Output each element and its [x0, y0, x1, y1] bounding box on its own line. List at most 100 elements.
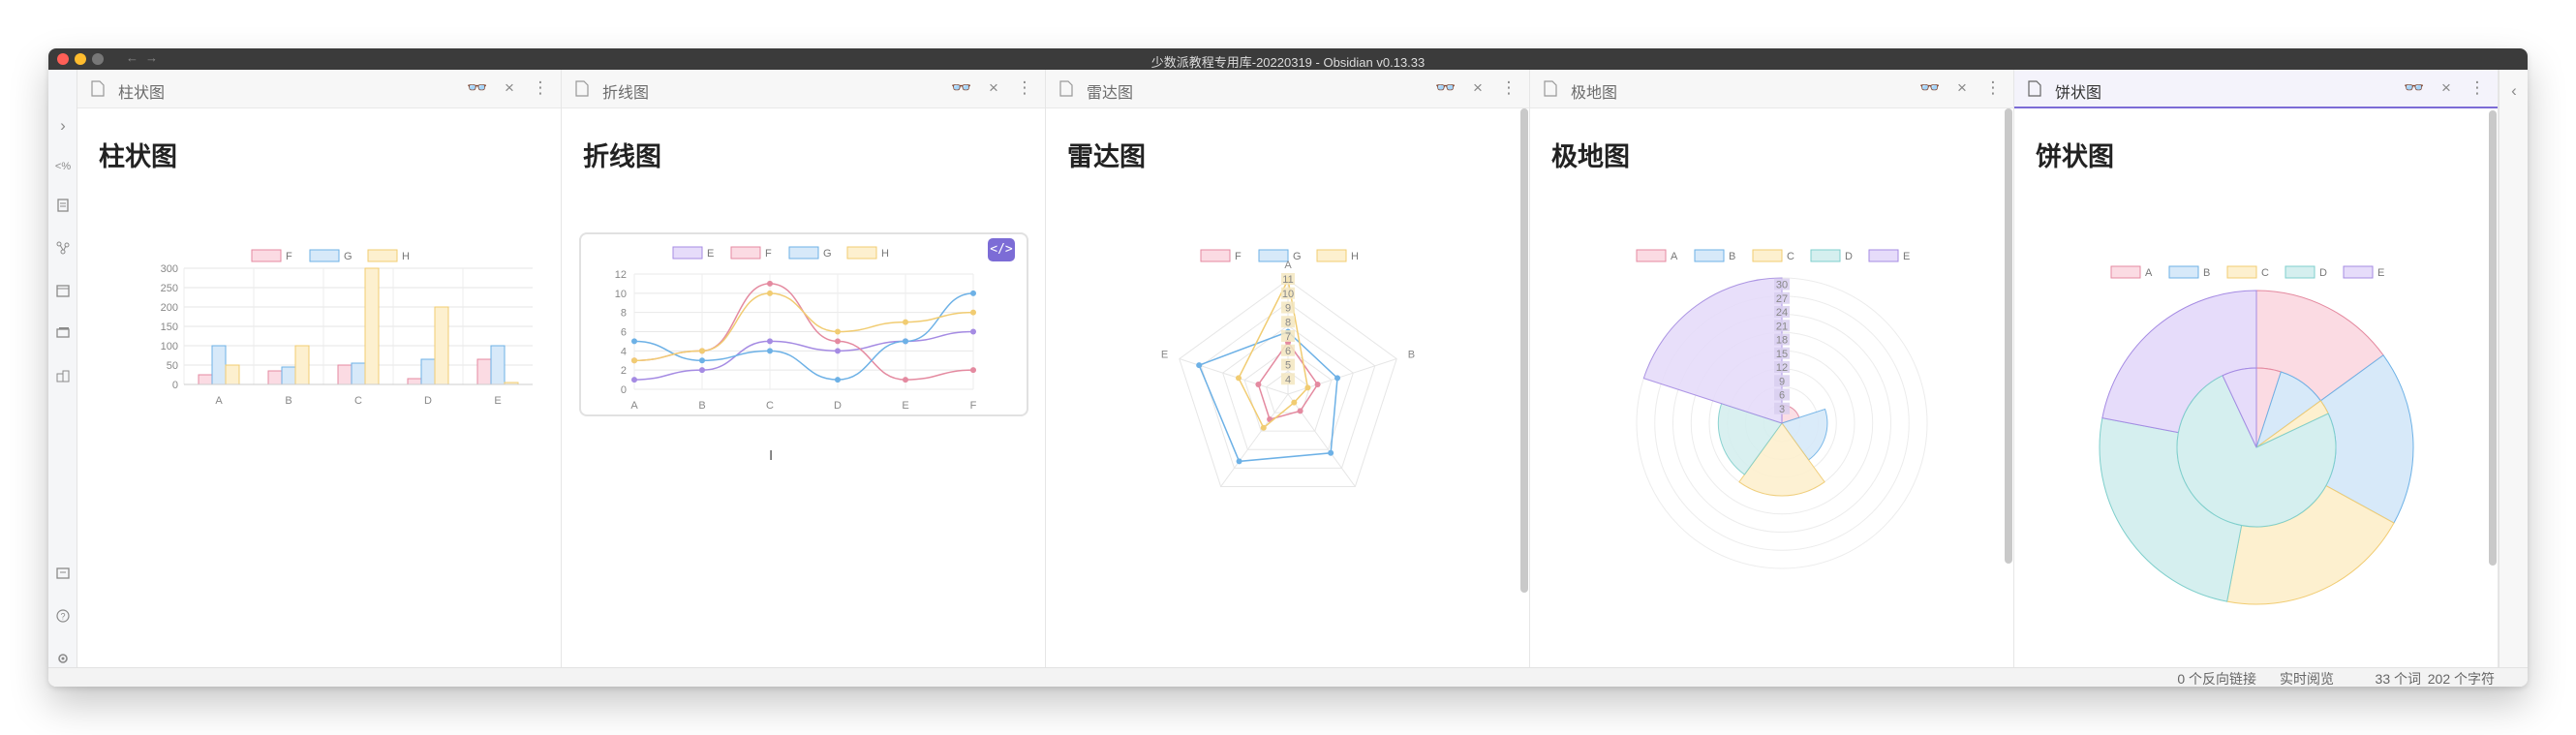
point-H: [835, 328, 841, 335]
scale-label: 8: [1285, 317, 1291, 328]
legend-label-G: G: [823, 248, 832, 260]
legend-swatch-H: [846, 246, 877, 260]
template-icon[interactable]: <%: [53, 157, 73, 176]
reading-view-icon[interactable]: 👓: [2404, 77, 2425, 99]
point-H: [1304, 384, 1311, 391]
radar-axis-label: C: [1361, 494, 1368, 496]
gallery-icon[interactable]: [53, 323, 73, 343]
note-icon[interactable]: [53, 196, 73, 215]
y-tick-label: 2: [621, 365, 627, 377]
reading-view-icon[interactable]: 👓: [951, 77, 972, 99]
note-heading: 折线图: [583, 142, 661, 171]
open-vault-icon[interactable]: [53, 564, 73, 583]
window-title: 少数派教程专用库-20220319 - Obsidian v0.13.33: [1150, 55, 1426, 70]
pane-header[interactable]: 极地图 👓 × ⋮: [1530, 70, 2013, 108]
pane-header-active[interactable]: 饼状图 👓 × ⋮: [2014, 70, 2498, 108]
close-pane-icon[interactable]: ×: [499, 77, 520, 99]
status-bar: 0 个反向链接 实时阅览 33 个词 202 个字符: [48, 667, 2528, 687]
graph-icon[interactable]: [53, 238, 73, 258]
legend-swatch-D: [1810, 249, 1841, 262]
y-tick-label: 100: [161, 341, 178, 352]
point-F: [1314, 382, 1321, 388]
radar-series-G: [1198, 330, 1338, 463]
point-H: [970, 309, 976, 316]
reading-view-icon[interactable]: 👓: [1919, 77, 1941, 99]
more-options-icon[interactable]: ⋮: [530, 77, 551, 99]
reading-view-icon[interactable]: 👓: [1435, 77, 1457, 99]
bar-F-E: [476, 358, 492, 385]
legend-swatch-G: [309, 249, 340, 262]
pane-header[interactable]: 雷达图 👓 × ⋮: [1046, 70, 1529, 108]
point-F: [1297, 408, 1303, 414]
scale-label: 3: [1779, 404, 1785, 415]
scale-label: 6: [1285, 346, 1291, 357]
bar-H-D: [434, 306, 449, 385]
close-pane-icon[interactable]: ×: [1467, 77, 1488, 99]
close-pane-icon[interactable]: ×: [1951, 77, 1973, 99]
title-bar: ← → 少数派教程专用库-20220319 - Obsidian v0.13.3…: [48, 48, 2528, 70]
point-G: [970, 290, 976, 296]
line-series-G: [633, 292, 974, 381]
y-tick-label: 6: [621, 327, 627, 339]
left-ribbon: › <% ?: [48, 70, 77, 667]
reading-view-icon[interactable]: 👓: [467, 77, 488, 99]
y-tick-label: 250: [161, 283, 178, 294]
pane-header[interactable]: 折线图 👓 × ⋮: [562, 70, 1045, 108]
bar-G-D: [420, 358, 436, 385]
document-icon: [2028, 80, 2041, 97]
legend-swatch-C: [1752, 249, 1783, 262]
scale-label: 30: [1776, 280, 1788, 291]
point-G: [1334, 375, 1341, 382]
more-options-icon[interactable]: ⋮: [1982, 77, 2004, 99]
point-H: [767, 290, 773, 296]
close-pane-icon[interactable]: ×: [2436, 77, 2457, 99]
scale-label: 9: [1779, 376, 1785, 387]
scale-label: 12: [1776, 362, 1788, 374]
bar-F-A: [198, 374, 213, 385]
line-chart: E F G H 0 2 4 6 8 10 12 A B C D E F: [615, 246, 977, 412]
legend-label-E: E: [2377, 267, 2384, 279]
collapse-right-icon[interactable]: ‹: [2504, 81, 2524, 101]
legend-label-H: H: [881, 248, 889, 260]
legend-swatch-C: [2226, 265, 2257, 279]
pane-scrollbar[interactable]: [2489, 110, 2497, 566]
expand-icon[interactable]: ›: [53, 116, 73, 136]
y-tick-label: 0: [172, 380, 178, 391]
bar-G-E: [490, 345, 506, 385]
scale-label: 7: [1285, 331, 1291, 343]
close-pane-icon[interactable]: ×: [983, 77, 1004, 99]
backlinks-count[interactable]: 0 个反向链接: [2177, 669, 2256, 687]
calendar-icon[interactable]: [53, 281, 73, 300]
vault-icon[interactable]: [53, 366, 73, 385]
legend-swatch-D: [2285, 265, 2315, 279]
legend-swatch-G: [788, 246, 819, 260]
edit-code-button[interactable]: </>: [988, 238, 1015, 261]
more-options-icon[interactable]: ⋮: [1498, 77, 1519, 99]
scale-label: 11: [1282, 274, 1293, 286]
legend-label-G: G: [1293, 251, 1302, 262]
editor-mode[interactable]: 实时阅览: [2280, 669, 2334, 687]
document-icon: [1544, 80, 1557, 97]
pane-scrollbar[interactable]: [1520, 108, 1528, 593]
scale-label: 27: [1776, 293, 1788, 305]
char-count: 202 个字符: [2427, 671, 2495, 687]
legend-swatch-E: [2343, 265, 2374, 279]
legend-label-H: H: [1351, 251, 1359, 262]
legend-swatch-H: [1316, 249, 1347, 262]
pane-title: 柱状图: [118, 85, 166, 102]
point-G: [835, 377, 841, 383]
note-heading: 柱状图: [99, 142, 177, 171]
more-options-icon[interactable]: ⋮: [1014, 77, 1035, 99]
point-E: [631, 377, 637, 383]
document-icon: [1059, 80, 1073, 97]
pane-header[interactable]: 柱状图 👓 × ⋮: [77, 70, 561, 108]
x-tick-label: D: [834, 400, 842, 412]
bar-F-D: [407, 378, 422, 385]
point-G: [1236, 458, 1242, 465]
point-E: [970, 328, 976, 335]
more-options-icon[interactable]: ⋮: [2467, 77, 2488, 99]
legend-label-F: F: [765, 248, 772, 260]
settings-icon[interactable]: [53, 649, 73, 668]
help-icon[interactable]: ?: [53, 606, 73, 626]
pane-scrollbar[interactable]: [2005, 108, 2012, 564]
